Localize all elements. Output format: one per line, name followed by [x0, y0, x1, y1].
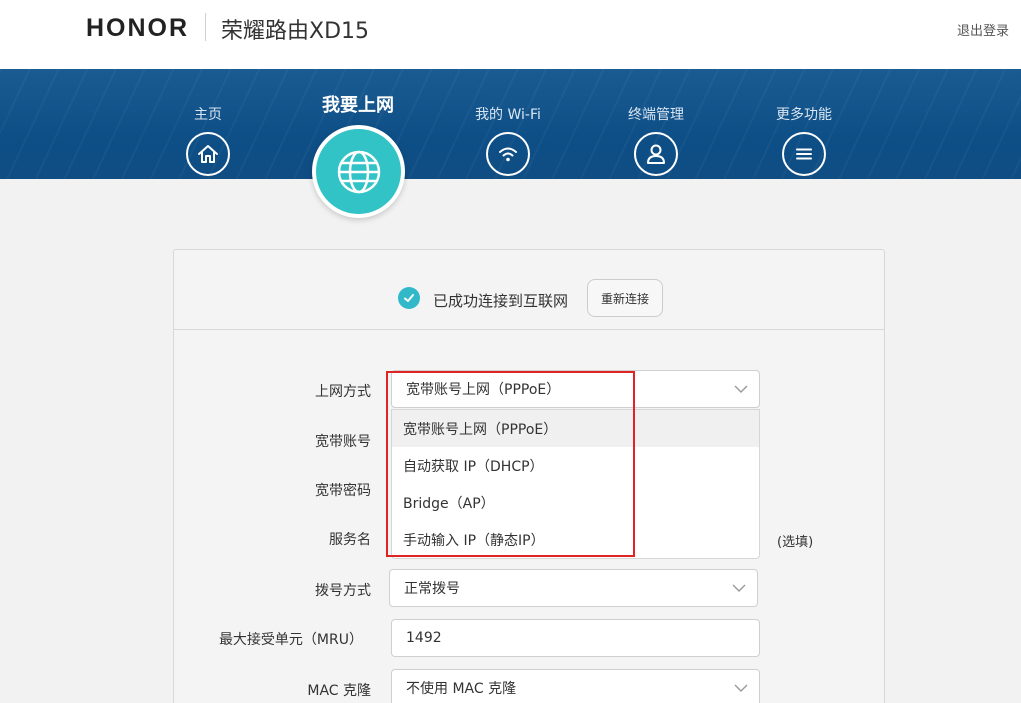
dial-mode-value: 正常拨号 — [404, 581, 460, 597]
nav-item-label: 更多功能 — [776, 107, 832, 123]
mru-input[interactable]: 1492 — [391, 619, 760, 657]
wifi-icon — [486, 132, 530, 176]
mac-clone-value: 不使用 MAC 克隆 — [406, 681, 517, 697]
mac-clone-select[interactable]: 不使用 MAC 克隆 — [391, 669, 760, 703]
connection-status-text: 已成功连接到互联网 — [433, 292, 569, 310]
nav-item-label: 我的 Wi-Fi — [475, 107, 541, 123]
service-name-label: 服务名 — [329, 532, 371, 548]
brand-divider — [205, 13, 206, 41]
connection-type-select[interactable]: 宽带账号上网（PPPoE） — [391, 370, 760, 408]
nav-item-wifi[interactable]: 我的 Wi-Fi — [448, 69, 568, 176]
connection-type-dropdown: 宽带账号上网（PPPoE） 自动获取 IP（DHCP） Bridge（AP） 手… — [391, 409, 760, 559]
brand-logo: HONOR — [86, 14, 190, 42]
connection-type-label: 上网方式 — [315, 384, 371, 400]
account-label: 宽带账号 — [315, 434, 371, 450]
nav-item-more[interactable]: 更多功能 — [744, 69, 864, 176]
mru-value: 1492 — [406, 630, 442, 646]
nav-item-internet[interactable]: 我要上网 — [298, 69, 418, 117]
password-label: 宽带密码 — [315, 483, 371, 499]
dropdown-option-dhcp[interactable]: 自动获取 IP（DHCP） — [392, 447, 759, 484]
dropdown-option-pppoe[interactable]: 宽带账号上网（PPPoE） — [392, 410, 759, 447]
mru-label: 最大接受单元（MRU） — [218, 632, 363, 648]
dial-mode-label: 拨号方式 — [315, 583, 371, 599]
home-icon — [186, 132, 230, 176]
dropdown-option-bridge[interactable]: Bridge（AP） — [392, 484, 759, 521]
connection-type-value: 宽带账号上网（PPPoE） — [406, 382, 561, 398]
nav-item-label: 主页 — [194, 107, 222, 123]
connection-status-row: 已成功连接到互联网 重新连接 — [174, 250, 884, 330]
chevron-down-icon — [734, 385, 748, 393]
menu-icon — [782, 132, 826, 176]
check-circle-icon — [398, 287, 420, 309]
mac-clone-label: MAC 克隆 — [307, 683, 371, 699]
nav-item-devices[interactable]: 终端管理 — [596, 69, 716, 176]
nav-item-label: 终端管理 — [628, 107, 684, 123]
chevron-down-icon — [734, 684, 748, 692]
service-name-optional-hint: (选填) — [777, 535, 814, 550]
globe-icon[interactable] — [312, 125, 405, 218]
main-nav: 主页 我要上网 我的 Wi-Fi 终端管理 更多功能 — [0, 69, 1021, 179]
top-header: HONOR 荣耀路由XD15 退出登录 — [0, 0, 1021, 69]
nav-item-label: 我要上网 — [322, 95, 394, 116]
chevron-down-icon — [732, 584, 746, 592]
dial-mode-select[interactable]: 正常拨号 — [389, 569, 758, 607]
product-title: 荣耀路由XD15 — [221, 19, 370, 44]
user-icon — [634, 132, 678, 176]
dropdown-option-static-ip[interactable]: 手动输入 IP（静态IP） — [392, 521, 759, 558]
nav-item-home[interactable]: 主页 — [148, 69, 268, 176]
reconnect-button[interactable]: 重新连接 — [587, 279, 663, 317]
logout-link[interactable]: 退出登录 — [957, 20, 1009, 39]
